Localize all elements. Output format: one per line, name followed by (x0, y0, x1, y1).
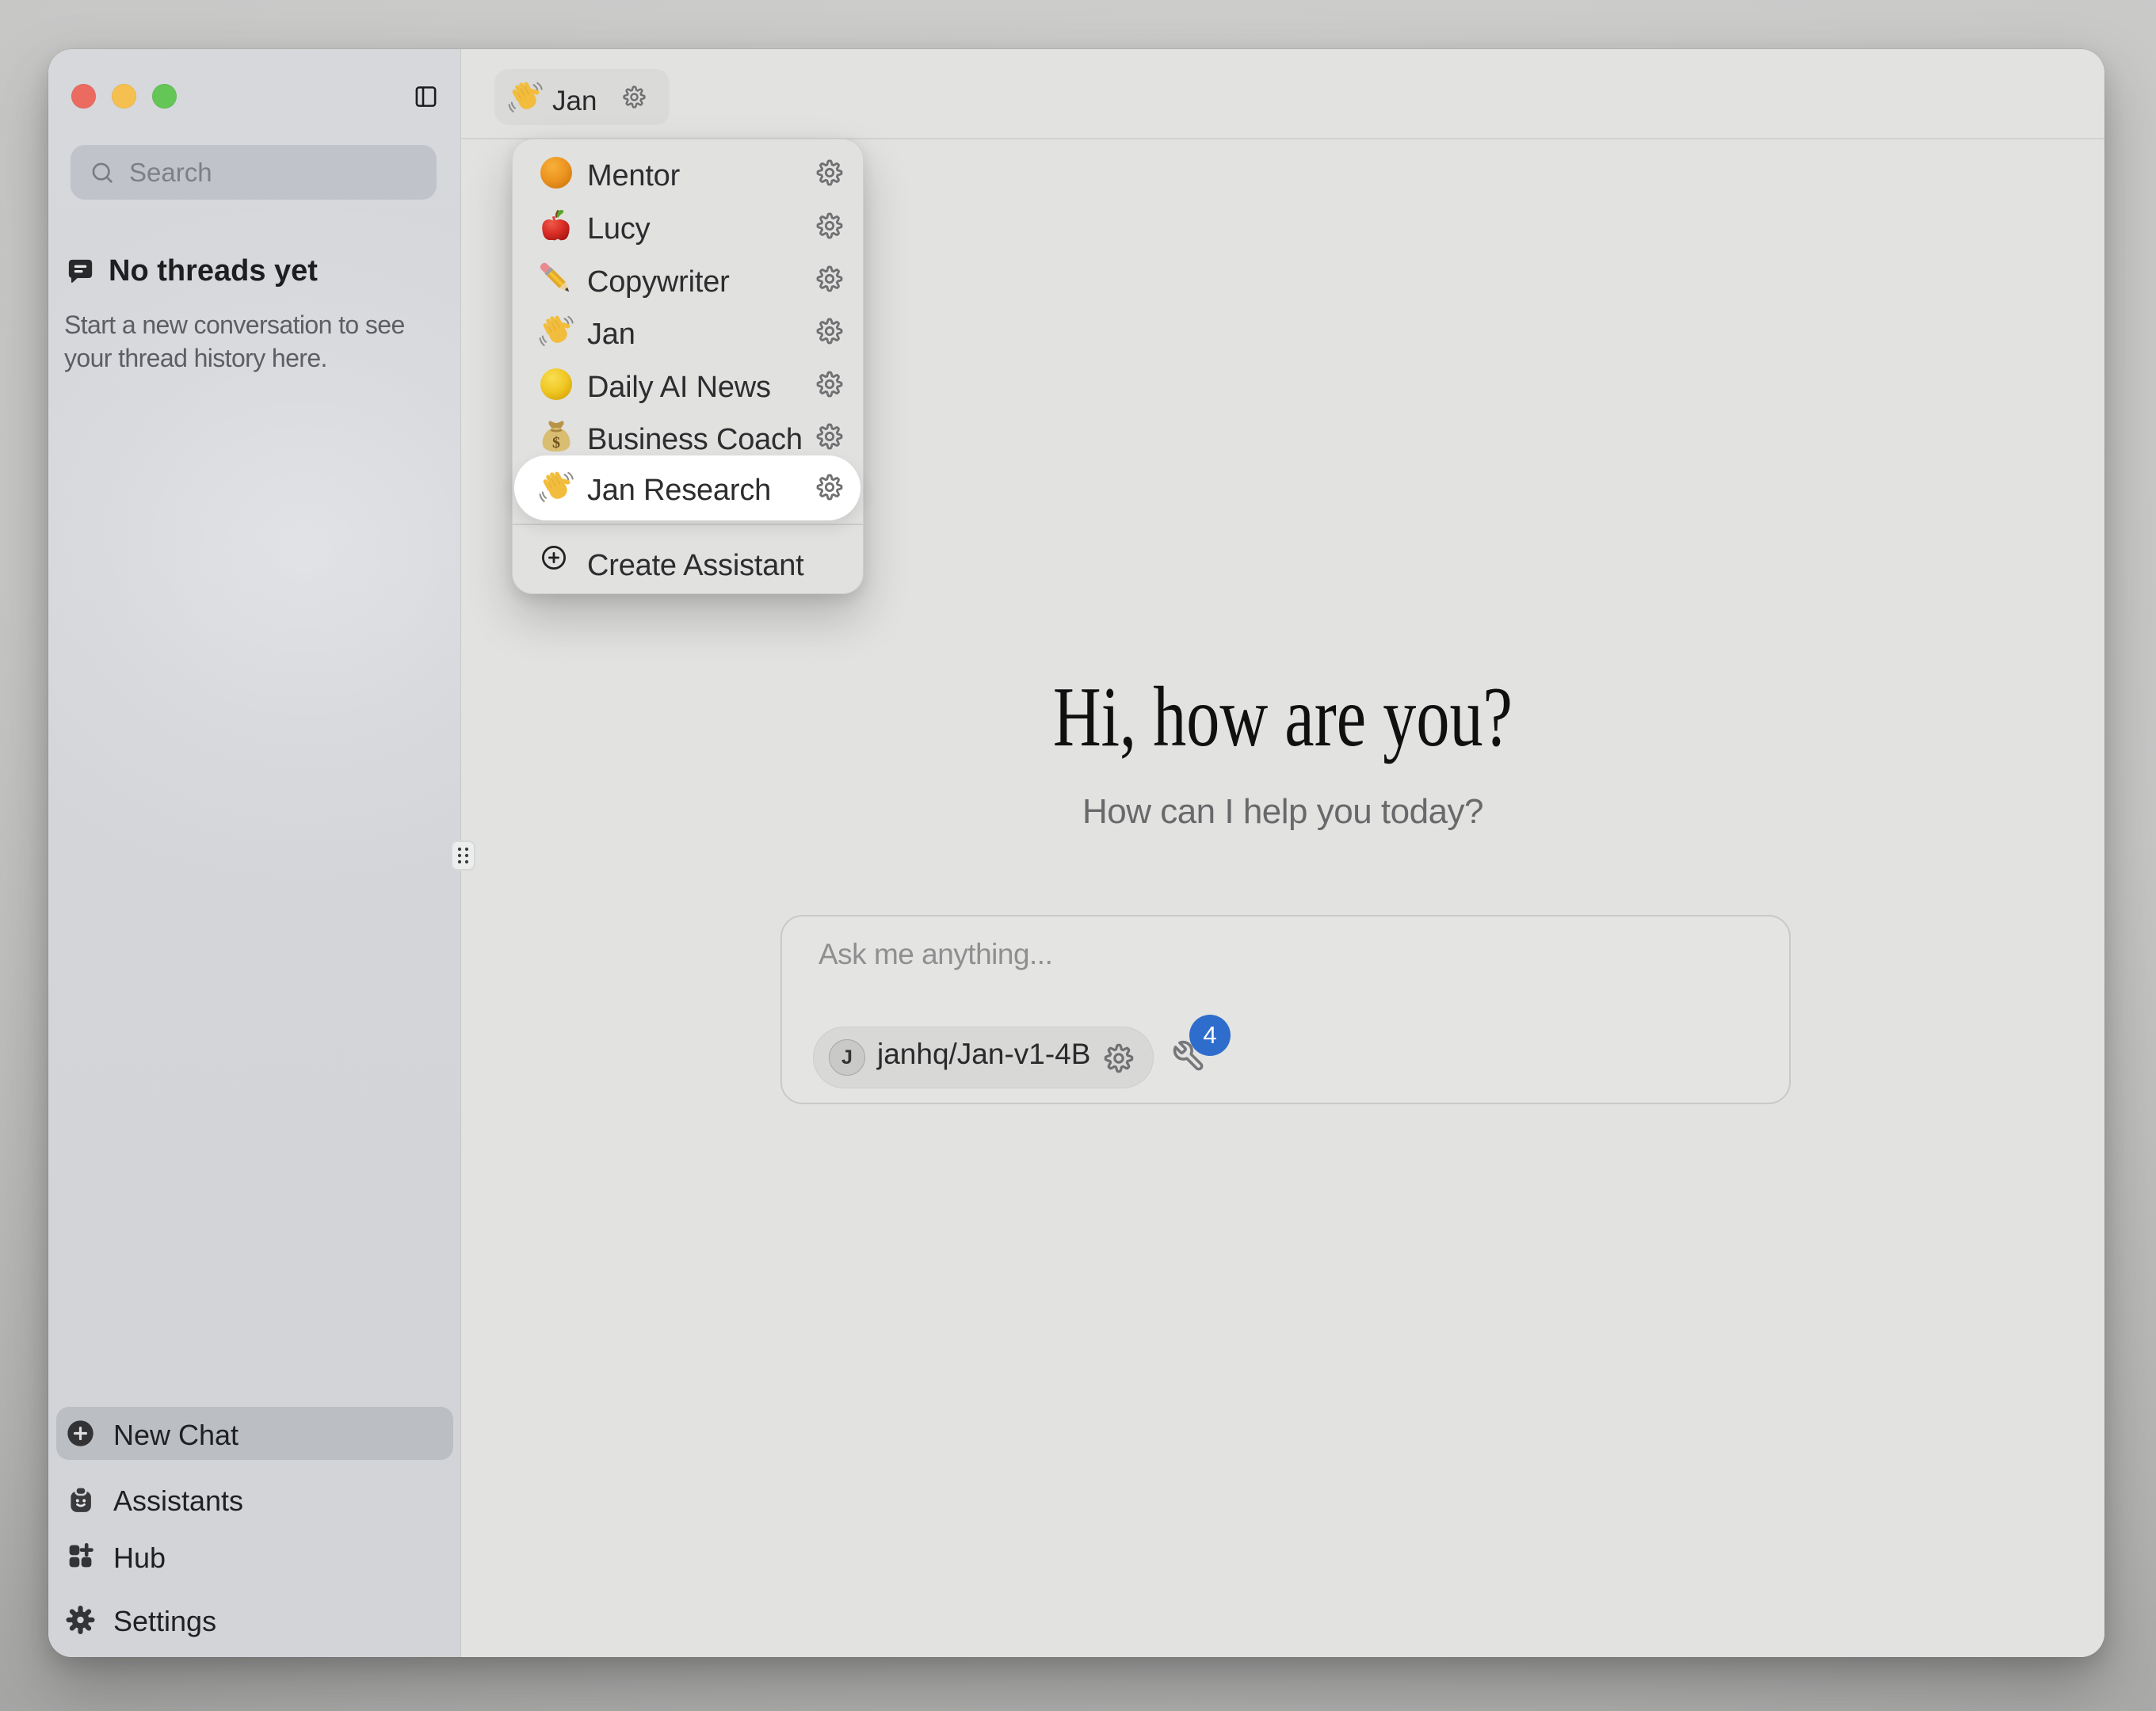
svg-text:$: $ (552, 434, 560, 452)
